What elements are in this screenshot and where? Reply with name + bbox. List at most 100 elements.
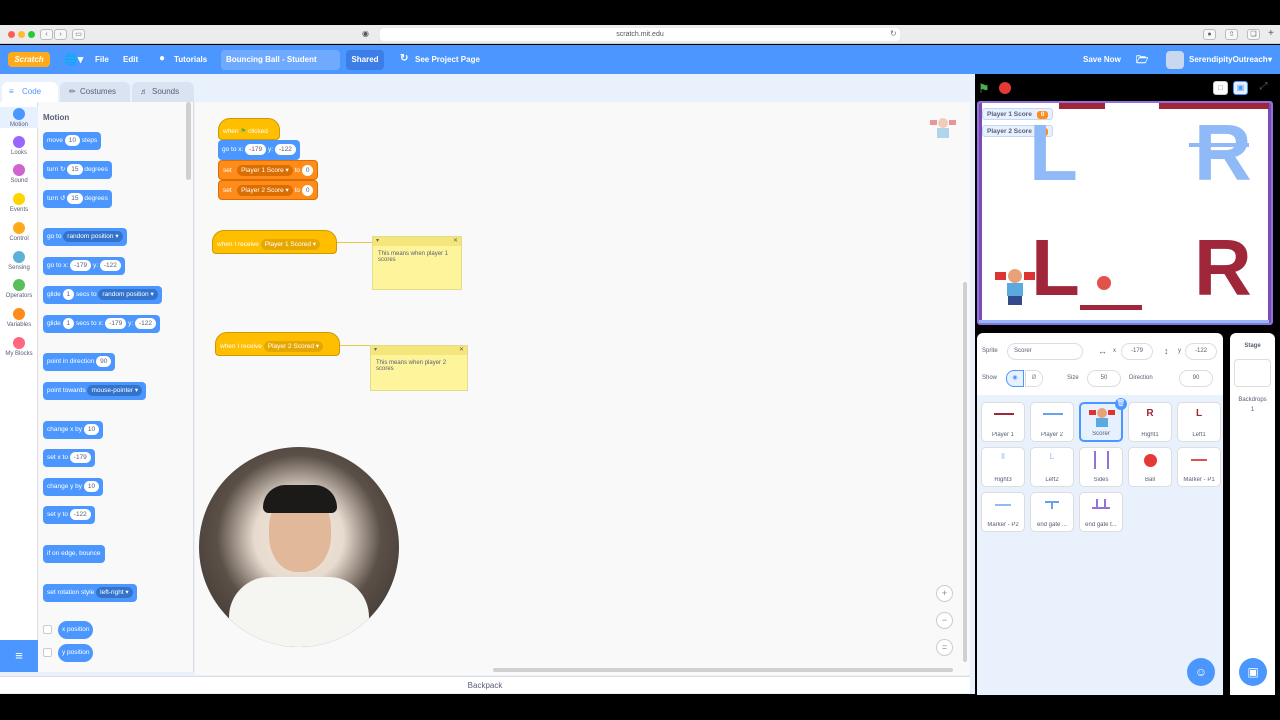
turn-right-block[interactable]: turn ↻ 15 degrees	[43, 161, 112, 179]
delete-sprite-icon[interactable]: 🗑	[1115, 398, 1127, 410]
small-stage-icon[interactable]: □	[1213, 81, 1228, 95]
category-sound[interactable]: Sound	[0, 164, 38, 184]
turn-left-block[interactable]: turn ↺ 15 degrees	[43, 190, 112, 208]
goto-xy-block[interactable]: go to x: -179 y: -122	[43, 257, 125, 275]
download-icon[interactable]: ●	[1203, 29, 1216, 40]
forward-icon[interactable]: ›	[54, 29, 67, 40]
sprite-tile-right3[interactable]: ll Right3	[981, 447, 1025, 487]
close-window-button[interactable]	[8, 31, 15, 38]
stage-selector[interactable]: Stage Backdrops 1	[1230, 333, 1275, 695]
project-title-input[interactable]: Bouncing Ball - Student	[221, 50, 340, 70]
sprite-name-input[interactable]: Scorer	[1007, 343, 1083, 360]
minimize-window-button[interactable]	[18, 31, 25, 38]
direction-input[interactable]: 90	[1179, 370, 1213, 387]
category-looks[interactable]: Looks	[0, 135, 38, 156]
vertical-scrollbar[interactable]	[963, 282, 967, 662]
tutorials-menu[interactable]: Tutorials	[174, 55, 207, 64]
hide-eye-icon[interactable]: Ø	[1025, 370, 1043, 387]
x-position-reporter[interactable]: x position	[58, 621, 94, 639]
tab-sounds[interactable]: ♬ Sounds	[132, 82, 194, 102]
glide-random-block[interactable]: glide 1 secs to random position ▾	[43, 286, 162, 304]
new-tab-icon[interactable]: +	[1268, 28, 1274, 39]
when-receive-p2-block[interactable]: when I receive Player 2 Scored ▾	[215, 332, 340, 356]
when-receive-p1-block[interactable]: when I receive Player 1 Scored ▾	[212, 230, 337, 254]
large-stage-icon[interactable]: ▣	[1233, 81, 1248, 95]
size-input[interactable]: 50	[1087, 370, 1121, 387]
url-bar[interactable]: scratch.mit.edu	[380, 28, 900, 41]
bounce-block[interactable]: if on edge, bounce	[43, 545, 105, 563]
tab-costumes[interactable]: ✏ Costumes	[60, 82, 130, 102]
sprite-tile-end-gate-t[interactable]: end gate t...	[1079, 492, 1123, 532]
category-control[interactable]: Control	[0, 221, 38, 242]
chevron-down-icon[interactable]: ▾	[1268, 55, 1272, 64]
category-sensing[interactable]: Sensing	[0, 250, 38, 271]
edit-menu[interactable]: Edit	[123, 55, 138, 64]
x-position-checkbox[interactable]	[43, 625, 52, 634]
sprite-tile-scorer[interactable]: Scorer 🗑	[1079, 398, 1127, 442]
sprite-tile-sides[interactable]: Sides	[1079, 447, 1123, 487]
stop-icon[interactable]	[999, 82, 1011, 94]
set-y-block[interactable]: set y to -122	[43, 506, 95, 524]
show-eye-icon[interactable]: ◉	[1006, 370, 1024, 387]
green-flag-icon[interactable]: ⚑	[978, 81, 990, 97]
back-icon[interactable]: ‹	[40, 29, 53, 40]
horizontal-scrollbar[interactable]	[493, 668, 953, 672]
maximize-window-button[interactable]	[28, 31, 35, 38]
when-flag-clicked-block[interactable]: when ⚑ clicked	[218, 118, 280, 140]
reload-icon[interactable]: ↻	[890, 29, 897, 38]
tabs-icon[interactable]: ❏	[1247, 29, 1260, 40]
y-position-checkbox[interactable]	[43, 648, 52, 657]
goto-random-block[interactable]: go to random position ▾	[43, 228, 127, 246]
sprite-tile-right1[interactable]: R Right1	[1128, 402, 1172, 442]
sidebar-icon[interactable]: ▭	[72, 29, 85, 40]
sprite-tile-player-2[interactable]: Player 2	[1030, 402, 1074, 442]
backdrop-thumbnail[interactable]	[1234, 359, 1271, 387]
share-icon[interactable]: ⇧	[1225, 29, 1238, 40]
avatar[interactable]	[1166, 51, 1184, 69]
close-icon[interactable]: ✕	[459, 346, 464, 355]
sprite-tile-left2[interactable]: L Left2	[1030, 447, 1074, 487]
point-direction-block[interactable]: point in direction 90	[43, 353, 116, 371]
sprite-tile-marker-p1[interactable]: Marker - P1	[1177, 447, 1221, 487]
change-x-block[interactable]: change x by 10	[43, 421, 104, 439]
zoom-in-icon[interactable]: +	[936, 585, 953, 602]
y-position-reporter[interactable]: y position	[58, 644, 94, 662]
zoom-reset-icon[interactable]: =	[936, 639, 953, 656]
close-icon[interactable]: ✕	[453, 237, 458, 246]
save-now-button[interactable]: Save Now	[1083, 55, 1121, 64]
username-menu[interactable]: SerendipityOutreach	[1189, 55, 1268, 64]
scratch-logo[interactable]: Scratch	[8, 52, 50, 67]
glide-xy-block[interactable]: glide 1 secs to x: -179 y: -122	[43, 315, 160, 333]
globe-icon[interactable]: 🌐▾	[64, 53, 83, 66]
set-player2-score-block[interactable]: set Player 2 Score ▾ to 0	[218, 180, 319, 200]
x-input[interactable]: -179	[1121, 343, 1153, 360]
backpack-panel[interactable]: Backpack	[0, 676, 970, 693]
shared-button[interactable]: Shared	[346, 50, 384, 70]
choose-backdrop-icon[interactable]: ▣	[1239, 658, 1267, 686]
goto-xy-script-block[interactable]: go to x: -179 y: -122	[218, 140, 300, 160]
category-events[interactable]: Events	[0, 193, 38, 213]
folder-icon[interactable]: 🗁	[1136, 53, 1148, 70]
set-x-block[interactable]: set x to -179	[43, 449, 95, 467]
fullscreen-icon[interactable]: ⤢	[1256, 81, 1271, 95]
category-motion[interactable]: Motion	[0, 107, 38, 128]
point-towards-block[interactable]: point towards mouse-pointer ▾	[43, 382, 147, 400]
file-menu[interactable]: File	[95, 55, 109, 64]
change-y-block[interactable]: change y by 10	[43, 478, 104, 496]
sprite-tile-ball[interactable]: Ball	[1128, 447, 1172, 487]
sprite-tile-marker-p2[interactable]: Marker - P2	[981, 492, 1025, 532]
category-operators[interactable]: Operators	[0, 279, 38, 299]
see-project-page-button[interactable]: See Project Page	[415, 55, 480, 64]
rotation-style-block[interactable]: set rotation style left-right ▾	[43, 584, 137, 602]
sprite-tile-left1[interactable]: L Left1	[1177, 402, 1221, 442]
choose-sprite-icon[interactable]: ☺	[1187, 658, 1215, 686]
zoom-out-icon[interactable]: −	[936, 612, 953, 629]
set-player1-score-block[interactable]: set Player 1 Score ▾ to 0	[218, 160, 319, 180]
category-variables[interactable]: Variables	[0, 307, 38, 328]
sprite-tile-end-gate[interactable]: end gate ...	[1030, 492, 1074, 532]
palette-scrollbar[interactable]	[186, 102, 191, 180]
move-steps-block[interactable]: move 10 steps	[43, 132, 102, 150]
category-my-blocks[interactable]: My Blocks	[0, 336, 38, 357]
comment-note-p1[interactable]: ▾ ✕ This means when player 1 scores	[372, 236, 462, 290]
y-input[interactable]: -122	[1185, 343, 1217, 360]
